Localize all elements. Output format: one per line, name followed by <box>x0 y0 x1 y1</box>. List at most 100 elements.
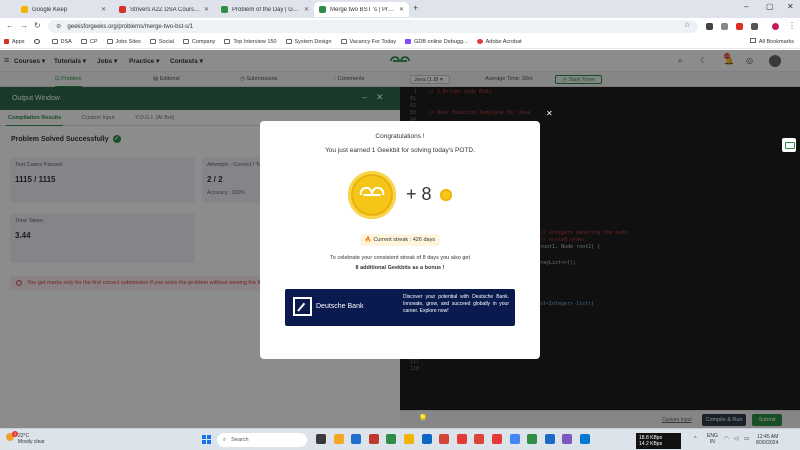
bookmark-item[interactable]: DSA <box>51 39 72 45</box>
bookmark-item[interactable]: System Design <box>285 39 332 45</box>
taskbar-app-icon[interactable] <box>527 434 538 444</box>
modal-earned: You just earned 1 Geekbit for solving to… <box>325 147 475 154</box>
minimize-icon[interactable]: – <box>744 2 748 11</box>
bookmarks-bar: Apps DSA CP Jobs Sites Social Company To… <box>0 35 800 49</box>
taskbar-app-icon[interactable] <box>316 434 326 444</box>
back-icon[interactable]: ← <box>6 21 14 30</box>
geekbit-coin-icon <box>440 189 452 201</box>
taskbar-app-icon[interactable] <box>386 434 397 444</box>
bookmark-item[interactable]: Jobs Sites <box>106 39 141 45</box>
bookmark-star-icon[interactable]: ☆ <box>684 21 690 29</box>
url-text: geeksforgeeks.org/problems/merge-two-bst… <box>67 23 194 30</box>
modal-celebrate-text: To celebrate your consistent streak of 8… <box>329 255 471 261</box>
browser-tab-active[interactable]: Merge two BST 's | Practice | G ✕ <box>314 2 409 17</box>
deutsche-bank-logo-icon <box>293 297 312 316</box>
taskbar-app-icon[interactable] <box>368 434 379 444</box>
browser-tab-bar: Google Keep ✕ Strivers A2Z DSA Course/Sh… <box>0 0 800 18</box>
taskbar-search[interactable]: ⌕ Search <box>217 433 307 447</box>
taskbar-app-icon[interactable] <box>456 434 467 444</box>
folder-icon <box>340 39 347 44</box>
folder-icon <box>182 39 189 44</box>
clock[interactable]: 12:45 AM 8/30/2024 <box>756 434 778 446</box>
taskbar-app-icon[interactable] <box>404 434 414 444</box>
weather-widget[interactable]: 1 22°C Mostly clear <box>6 431 45 445</box>
forward-icon[interactable]: → <box>20 21 28 30</box>
tray-chevron-icon[interactable]: ^ <box>694 436 697 442</box>
bookmark-item[interactable]: Social <box>149 39 174 45</box>
bookmark-item[interactable]: CP <box>80 39 98 45</box>
battery-icon[interactable]: ▭ <box>744 436 749 442</box>
folder-icon <box>106 39 113 44</box>
feedback-button[interactable] <box>782 138 796 152</box>
taskbar-app-icon[interactable] <box>562 434 573 444</box>
bookmark-item[interactable]: Vacancy For Today <box>340 39 396 45</box>
extension-icon[interactable] <box>721 23 728 30</box>
new-tab-button[interactable]: + <box>413 3 418 13</box>
address-bar-row: ← → ↻ ⚙ geeksforgeeks.org/problems/merge… <box>0 18 800 35</box>
site-info-icon[interactable]: ⚙ <box>56 23 61 30</box>
extension-icon[interactable] <box>706 23 713 30</box>
wifi-icon[interactable]: ◠ <box>724 436 729 442</box>
close-icon[interactable]: ✕ <box>399 6 404 13</box>
search-icon: ⌕ <box>223 436 227 443</box>
weather-badge: 1 <box>12 431 18 437</box>
folder-icon <box>51 39 58 44</box>
windows-taskbar: 1 22°C Mostly clear ⌕ Search 18.8 KBps 1… <box>0 428 800 450</box>
language-indicator[interactable]: ENG IN <box>707 433 718 445</box>
network-speed: 18.8 KBps 14.2 KBps <box>636 433 681 449</box>
folder-icon <box>285 39 292 44</box>
geekbit-coin-icon <box>348 171 396 219</box>
deutsche-bank-ad[interactable]: Deutsche Bank Discover your potential wi… <box>285 289 515 326</box>
windows-start-icon[interactable] <box>202 435 211 444</box>
taskbar-app-icon[interactable] <box>333 434 344 444</box>
ad-copy: Discover your potential with Deutsche Ba… <box>403 294 509 314</box>
taskbar-app-icon[interactable] <box>474 434 485 444</box>
maximize-icon[interactable]: ▢ <box>766 2 774 11</box>
taskbar-app-icon[interactable] <box>351 434 362 444</box>
modal-congrats: Congratulations ! <box>375 133 425 140</box>
gfg-icon <box>221 6 228 13</box>
folder-icon <box>749 38 756 43</box>
folder-icon <box>224 39 231 44</box>
modal-close-icon[interactable]: ✕ <box>546 109 553 118</box>
close-icon[interactable]: ✕ <box>304 6 309 13</box>
ad-brand: Deutsche Bank <box>316 303 364 310</box>
bookmark-item[interactable]: Apps <box>4 39 25 45</box>
folder-icon <box>149 39 156 44</box>
extension-icon[interactable] <box>736 23 743 30</box>
folder-icon <box>80 39 87 44</box>
taskbar-app-icon[interactable] <box>492 434 502 444</box>
close-window-icon[interactable]: ✕ <box>787 2 794 11</box>
bookmark-item[interactable]: Company <box>182 39 215 45</box>
url-field[interactable]: ⚙ geeksforgeeks.org/problems/merge-two-b… <box>48 20 698 33</box>
bookmark-item[interactable]: Adobe Acrobat <box>476 39 522 45</box>
extensions-puzzle-icon[interactable] <box>751 23 758 30</box>
google-keep-icon <box>21 6 28 13</box>
bookmark-item[interactable]: GDB online Debugg... <box>405 39 468 45</box>
taskbar-app-icon[interactable] <box>580 434 590 444</box>
potd-reward-modal: Congratulations ! You just earned 1 Geek… <box>260 121 540 359</box>
browser-tab[interactable]: Strivers A2Z DSA Course/Sheet ✕ <box>114 2 214 17</box>
striver-icon <box>119 6 126 13</box>
volume-icon[interactable]: ◁ <box>734 436 738 442</box>
browser-tab[interactable]: Problem of the Day | GeeksforG ✕ <box>216 2 314 17</box>
taskbar-app-icon[interactable] <box>421 434 432 444</box>
taskbar-app-icon[interactable] <box>509 434 520 444</box>
profile-icon[interactable] <box>772 23 779 30</box>
modal-bonus-text: 8 additional Geekbits as a bonus ! <box>355 265 445 271</box>
all-bookmarks[interactable]: All Bookmarks <box>749 38 794 45</box>
close-icon[interactable]: ✕ <box>101 6 106 13</box>
bookmark-item[interactable] <box>33 39 43 44</box>
close-icon[interactable]: ✕ <box>204 6 209 13</box>
gfg-icon <box>319 6 326 13</box>
menu-kebab-icon[interactable]: ⋮ <box>788 21 796 30</box>
taskbar-app-icon[interactable] <box>544 434 555 444</box>
lightbulb-icon[interactable]: 💡 <box>418 414 428 423</box>
reload-icon[interactable]: ↻ <box>34 21 41 30</box>
bonus-count: + 8 <box>406 184 432 204</box>
bookmark-item[interactable]: Top Interview 150 <box>224 39 277 45</box>
streak-badge: 🔥 Current streak : 426 days <box>360 234 440 246</box>
taskbar-app-icon[interactable] <box>439 434 450 444</box>
fire-icon: 🔥 <box>364 237 372 243</box>
browser-tab[interactable]: Google Keep ✕ <box>16 2 111 17</box>
